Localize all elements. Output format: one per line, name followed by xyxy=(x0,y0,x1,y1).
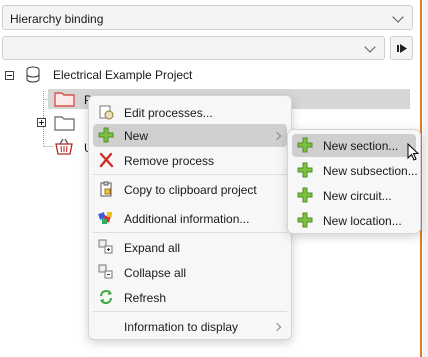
arrow-right-icon xyxy=(397,44,407,53)
submenu-arrow-icon xyxy=(272,322,282,332)
menu-item-label: Edit processes... xyxy=(124,106,213,120)
edit-process-icon xyxy=(99,105,114,120)
refresh-icon xyxy=(100,290,112,304)
chevron-down-icon xyxy=(392,11,404,23)
apply-filter-button[interactable] xyxy=(390,36,413,60)
folder-icon xyxy=(54,116,75,131)
menu-item-label: New section... xyxy=(323,139,399,153)
menu-item-edit-processes[interactable]: Edit processes... xyxy=(93,101,287,124)
menu-separator xyxy=(93,311,287,312)
menu-item-refresh[interactable]: Refresh xyxy=(93,286,287,309)
menu-separator xyxy=(93,232,287,233)
menu-separator xyxy=(93,174,287,175)
tree-root-item[interactable]: Electrical Example Project xyxy=(53,68,192,88)
menu-item-copy-to-clipboard-project[interactable]: Copy to clipboard project xyxy=(93,178,287,201)
menu-item-label: Expand all xyxy=(124,241,181,255)
menu-item-expand-all[interactable]: Expand all xyxy=(93,236,287,259)
expand-node-toggle[interactable] xyxy=(37,118,46,127)
colorful-info-icon xyxy=(98,212,112,224)
plus-icon xyxy=(297,187,313,203)
menu-item-information-to-display[interactable]: Information to display xyxy=(93,315,287,338)
menu-item-label: Refresh xyxy=(124,291,167,305)
red-folder-icon xyxy=(54,92,75,107)
menu-item-new[interactable]: New xyxy=(93,124,287,147)
menu-item-label: Information to display xyxy=(124,320,239,334)
context-menu: Edit processes... New Remove process Cop… xyxy=(88,95,292,340)
expand-all-icon xyxy=(98,239,113,254)
mouse-cursor-icon xyxy=(407,143,420,161)
database-icon xyxy=(26,66,40,83)
binding-dropdown-value: Hierarchy binding xyxy=(10,12,104,26)
menu-item-label: Additional information... xyxy=(124,212,250,226)
collapse-all-icon xyxy=(98,264,113,279)
plus-icon xyxy=(297,137,313,153)
clipboard-project-icon xyxy=(100,181,112,197)
red-x-icon xyxy=(99,152,114,168)
menu-item-new-section[interactable]: New section... xyxy=(292,134,416,157)
menu-item-label: Remove process xyxy=(124,154,215,168)
plus-icon xyxy=(98,127,114,143)
menu-item-label: New location... xyxy=(323,214,402,228)
menu-item-label: New circuit... xyxy=(323,189,392,203)
panel-edge xyxy=(423,0,428,357)
plus-icon xyxy=(297,162,313,178)
menu-item-new-circuit[interactable]: New circuit... xyxy=(292,184,416,207)
menu-item-label: Copy to clipboard project xyxy=(124,183,257,197)
menu-item-new-subsection[interactable]: New subsection... xyxy=(292,159,418,182)
submenu-arrow-icon xyxy=(272,131,282,141)
tree-root-label: Electrical Example Project xyxy=(53,68,193,82)
menu-item-label: Collapse all xyxy=(124,266,187,280)
basket-icon xyxy=(55,138,73,155)
binding-dropdown[interactable]: Hierarchy binding xyxy=(2,5,413,30)
menu-item-new-location[interactable]: New location... xyxy=(292,209,416,232)
filter-dropdown[interactable] xyxy=(2,36,385,60)
plus-icon xyxy=(297,212,313,228)
collapse-root-toggle[interactable] xyxy=(5,71,14,80)
menu-item-label: New xyxy=(124,129,149,143)
menu-item-additional-information[interactable]: Additional information... xyxy=(93,207,287,230)
menu-item-collapse-all[interactable]: Collapse all xyxy=(93,261,287,284)
chevron-down-icon xyxy=(364,41,376,53)
menu-item-remove-process[interactable]: Remove process xyxy=(93,149,287,172)
new-submenu: New section... New subsection... New cir… xyxy=(287,129,421,234)
menu-item-label: New subsection... xyxy=(323,164,418,178)
